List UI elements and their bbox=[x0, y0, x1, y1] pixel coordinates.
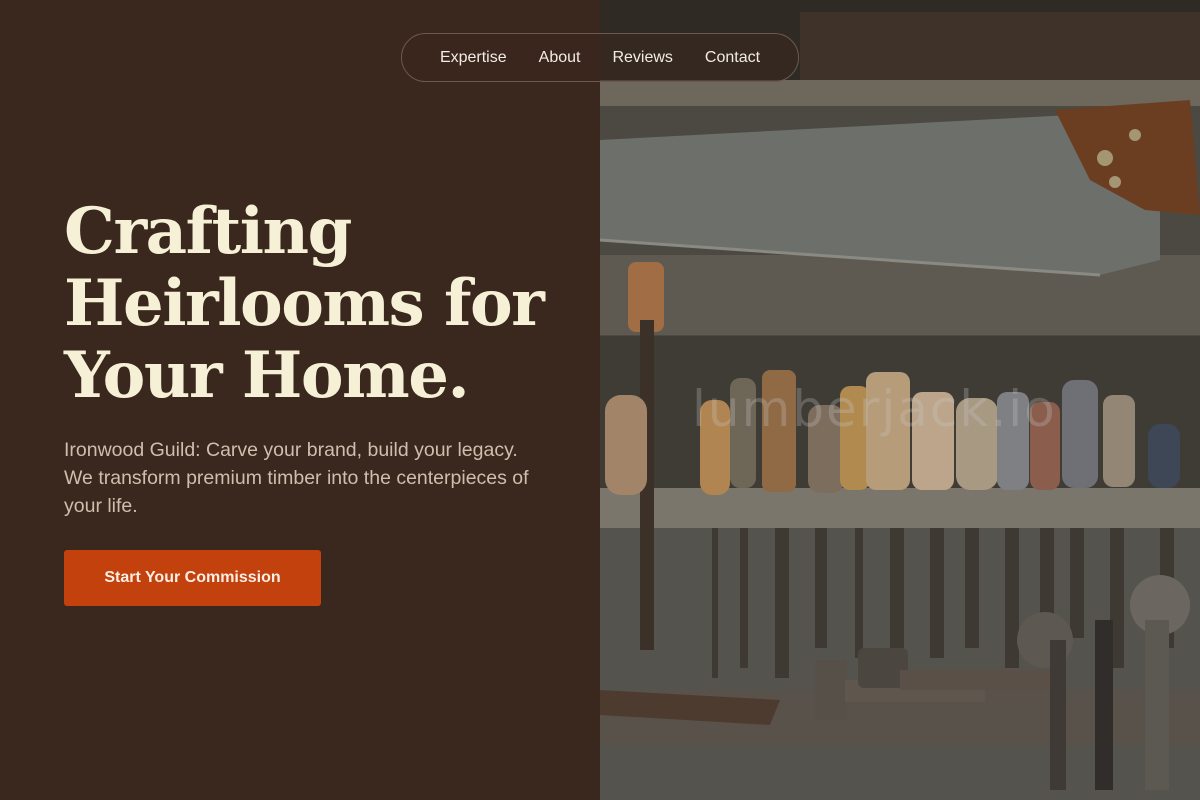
nav-link-expertise[interactable]: Expertise bbox=[440, 49, 507, 67]
hero-subtitle: Ironwood Guild: Carve your brand, build … bbox=[64, 439, 529, 517]
workshop-tools-photo: lumberjack.io bbox=[600, 0, 1200, 800]
hero-title-line: Heirlooms for bbox=[64, 266, 545, 341]
start-commission-button[interactable]: Start Your Commission bbox=[64, 550, 321, 606]
watermark-text: lumberjack.io bbox=[692, 380, 1057, 438]
hero-panel: Crafting Heirlooms for Your Home. Ironwo… bbox=[0, 0, 600, 800]
hero-title-line: Your Home. bbox=[64, 338, 470, 413]
nav-link-reviews[interactable]: Reviews bbox=[612, 49, 672, 67]
nav-link-about[interactable]: About bbox=[539, 49, 581, 67]
main-nav: Expertise About Reviews Contact bbox=[401, 33, 799, 82]
hero-title: Crafting Heirlooms for Your Home. bbox=[64, 196, 584, 412]
hero-title-line: Crafting bbox=[64, 194, 352, 269]
nav-link-contact[interactable]: Contact bbox=[705, 49, 760, 67]
